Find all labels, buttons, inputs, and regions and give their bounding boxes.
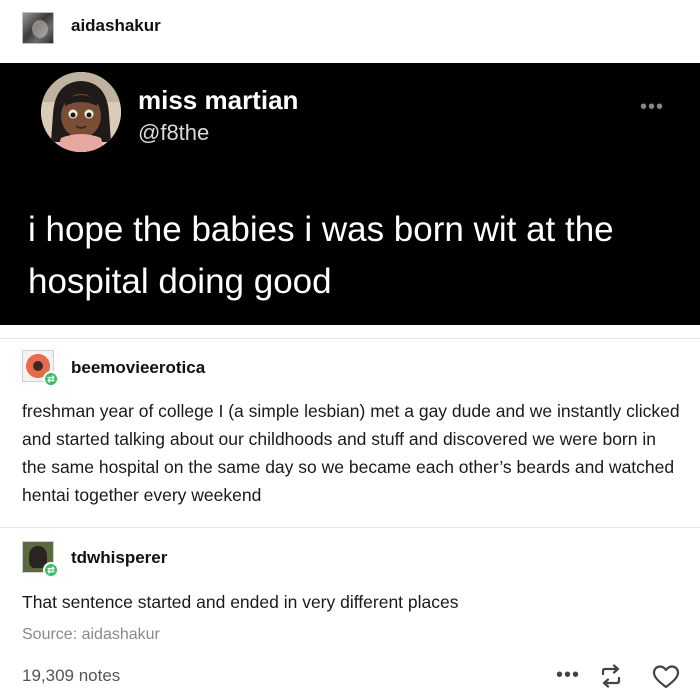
more-options-icon[interactable]: ••• xyxy=(556,664,580,687)
divider xyxy=(0,527,700,528)
reblog-text: freshman year of college I (a simple les… xyxy=(22,401,680,505)
reblog-badge-icon: ⇄ xyxy=(43,562,59,578)
tweet-more-icon: ••• xyxy=(640,96,665,118)
reblog-text: That sentence started and ended in very … xyxy=(22,592,459,612)
tumblr-post: aidashakur miss martian @f8the ••• i hop… xyxy=(0,0,700,700)
reblog-icon[interactable] xyxy=(597,664,625,688)
post-author-username[interactable]: aidashakur xyxy=(71,16,161,36)
notes-count[interactable]: 19,309 notes xyxy=(22,666,120,686)
reblog-username[interactable]: tdwhisperer xyxy=(71,548,167,568)
embedded-tweet-image: miss martian @f8the ••• i hope the babie… xyxy=(0,63,700,325)
tweet-text: i hope the babies i was born wit at the … xyxy=(28,210,614,301)
avatar[interactable] xyxy=(22,12,54,44)
post-header: aidashakur xyxy=(0,0,700,58)
source-link[interactable]: Source: aidashakur xyxy=(22,626,160,644)
heart-icon[interactable] xyxy=(652,664,680,690)
reblog-badge-icon: ⇄ xyxy=(43,371,59,387)
tweet-handle: @f8the xyxy=(138,120,210,145)
tweet-display-name: miss martian xyxy=(138,85,299,115)
divider xyxy=(0,338,700,339)
tweet-avatar xyxy=(41,72,121,152)
reblog-username[interactable]: beemovieerotica xyxy=(71,358,205,378)
